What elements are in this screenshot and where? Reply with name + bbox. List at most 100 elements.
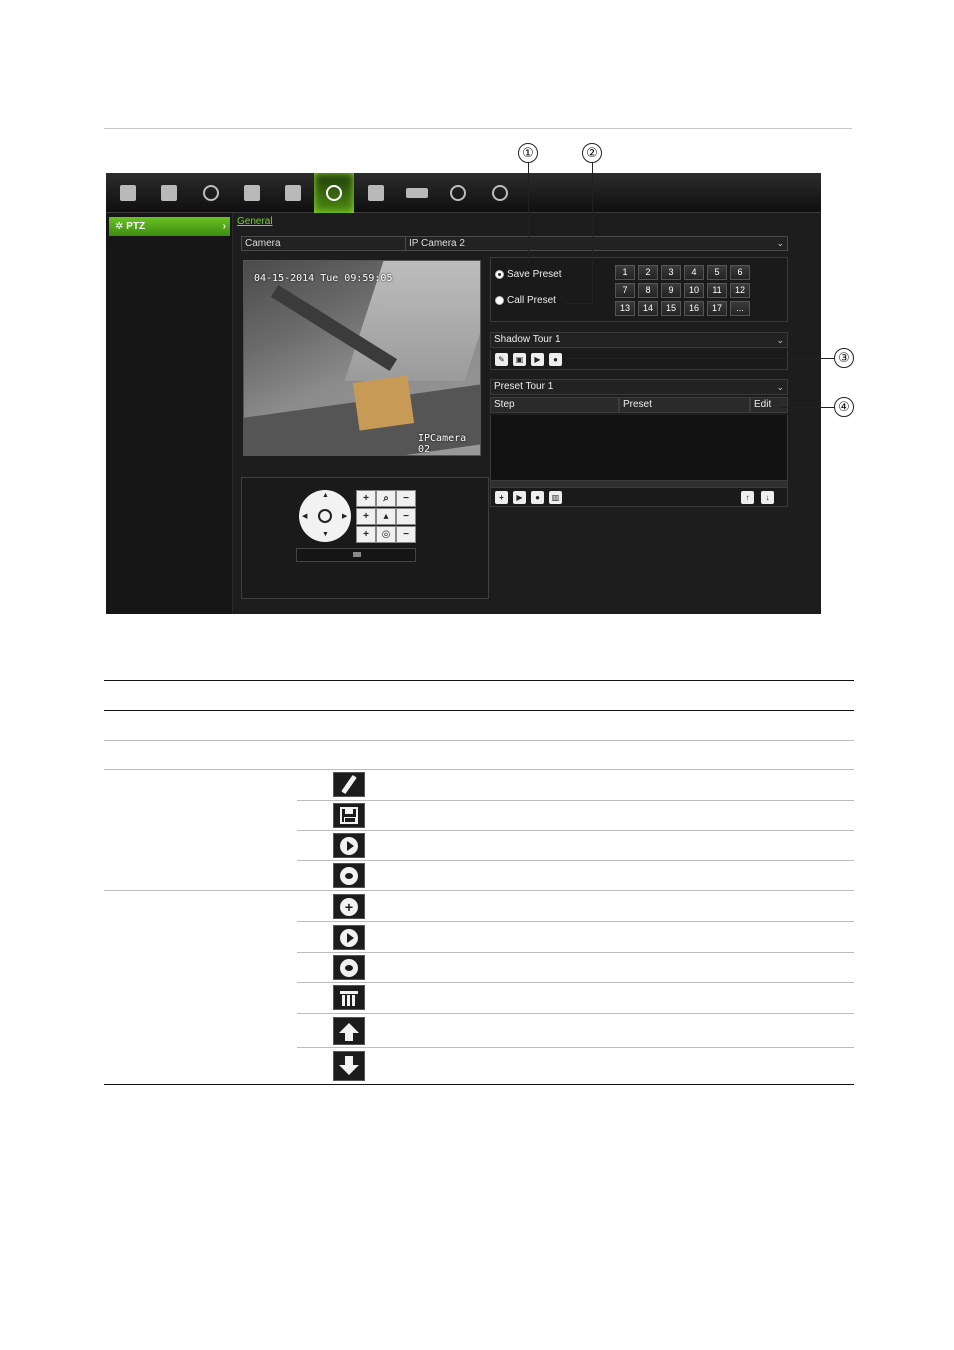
preset-5[interactable]: 5 [707,265,727,280]
table-top-rule [104,680,854,681]
trash-icon [333,985,365,1010]
chevron-down-icon: ⌄ [776,335,784,345]
focus-minus-button[interactable]: − [396,508,416,525]
arrow-down-icon [333,1051,365,1081]
network-icon[interactable] [232,173,272,213]
preset-10[interactable]: 10 [684,283,704,298]
ptz-control-panel: ▲ ▼ ◀ ▶ + ⌕ − + ▴ − + ◎ − [241,477,489,599]
monitor-icon[interactable] [108,173,148,213]
stop-icon[interactable]: ● [531,491,544,504]
preset-9[interactable]: 9 [661,283,681,298]
camera-select[interactable]: IP Camera 2 ⌄ [405,236,788,251]
shadow-tour-value: Shadow Tour 1 [494,334,561,345]
lens-controls: + ⌕ − + ▴ − + ◎ − [356,490,416,544]
hdd-icon[interactable] [397,173,437,213]
camera-icon[interactable] [149,173,189,213]
main-toolbar [106,173,821,213]
preset-panel: Save Preset Call Preset 1 2 3 4 5 6 7 8 … [490,257,788,322]
dvr-screenshot: ✲ PTZ › General Camera IP Camera 2 ⌄ 04-… [106,173,821,614]
preset-tour-select[interactable]: Preset Tour 1 ⌄ [490,379,788,395]
user-icon[interactable] [356,173,396,213]
preset-14[interactable]: 14 [638,301,658,316]
iris-icon: ◎ [376,526,396,543]
slider-handle[interactable] [353,552,361,557]
leader-line-3 [566,358,834,359]
iris-plus-button[interactable]: + [356,526,376,543]
table-row-rule [297,921,854,922]
table-header-rule [104,710,854,711]
preset-6[interactable]: 6 [730,265,750,280]
speed-slider[interactable] [296,548,416,562]
preset-more[interactable]: ... [730,301,750,316]
arrow-right-icon[interactable]: ▶ [342,512,347,520]
bell-icon[interactable] [273,173,313,213]
call-preset-label: Call Preset [507,295,556,306]
arrow-up-icon[interactable]: ↑ [741,491,754,504]
preset-tour-toolbar: + ▶ ● ▥ ↑ ↓ [490,488,788,507]
preset-16[interactable]: 16 [684,301,704,316]
video-timestamp: 04-15-2014 Tue 09:59:05 [254,273,393,284]
arrow-down-icon[interactable]: ▼ [322,531,329,538]
table-row-rule [297,800,854,801]
table-row-rule [104,769,854,770]
gauge-icon[interactable] [191,173,231,213]
preset-tour-grid [490,415,788,481]
chevron-down-icon: ⌄ [776,382,784,392]
tab-general[interactable]: General [237,216,273,227]
arrow-up-icon[interactable]: ▲ [322,492,329,499]
iris-minus-button[interactable]: − [396,526,416,543]
gear-icon: ✲ [115,221,127,232]
pencil-icon[interactable]: ✎ [495,353,508,366]
arrow-down-icon[interactable]: ↓ [761,491,774,504]
preset-3[interactable]: 3 [661,265,681,280]
leader-line-2-h [565,303,593,304]
table-row-rule [297,982,854,983]
sidebar-item-ptz[interactable]: ✲ PTZ › [109,217,230,236]
preset-11[interactable]: 11 [707,283,727,298]
focus-plus-button[interactable]: + [356,508,376,525]
save-icon[interactable]: ▣ [513,353,526,366]
callout-4: ④ [834,397,854,417]
preset-1[interactable]: 1 [615,265,635,280]
preset-8[interactable]: 8 [638,283,658,298]
save-preset-option[interactable]: Save Preset [495,269,561,280]
preset-12[interactable]: 12 [730,283,750,298]
table-row-rule [297,830,854,831]
camera-label: Camera [241,236,406,251]
stop-icon [333,955,365,980]
callout-2: ② [582,143,602,163]
edit-pencil-icon [333,772,365,797]
zoom-plus-button[interactable]: + [356,490,376,507]
radio-button[interactable] [495,270,504,279]
radio-button[interactable] [495,296,504,305]
power-icon[interactable] [480,173,520,213]
video-camera-name: IPCamera 02 [418,433,467,455]
add-icon[interactable]: + [495,491,508,504]
zoom-minus-button[interactable]: − [396,490,416,507]
table-bottom-rule [104,1084,854,1085]
play-icon[interactable]: ▶ [513,491,526,504]
preset-17[interactable]: 17 [707,301,727,316]
arrow-left-icon[interactable]: ◀ [302,512,307,520]
ptz-icon[interactable] [314,173,354,213]
shadow-tour-select[interactable]: Shadow Tour 1 ⌄ [490,332,788,348]
direction-pad[interactable]: ▲ ▼ ◀ ▶ [299,490,351,542]
play-icon[interactable]: ▶ [531,353,544,366]
main-panel: General Camera IP Camera 2 ⌄ 04-15-2014 … [233,213,821,614]
auto-scan-icon[interactable] [318,509,332,523]
preset-7[interactable]: 7 [615,283,635,298]
preset-13[interactable]: 13 [615,301,635,316]
preset-15[interactable]: 15 [661,301,681,316]
callout-1: ① [518,143,538,163]
video-preview: 04-15-2014 Tue 09:59:05 IPCamera 02 [243,260,481,456]
preset-4[interactable]: 4 [684,265,704,280]
help-icon[interactable] [438,173,478,213]
chevron-down-icon: ⌄ [776,238,784,248]
trash-icon[interactable]: ▥ [549,491,562,504]
call-preset-option[interactable]: Call Preset [495,295,556,306]
stop-icon[interactable]: ● [549,353,562,366]
chevron-right-icon: › [222,221,226,232]
preset-2[interactable]: 2 [638,265,658,280]
horizontal-scrollbar[interactable] [490,480,788,488]
zoom-icon: ⌕ [376,490,396,507]
